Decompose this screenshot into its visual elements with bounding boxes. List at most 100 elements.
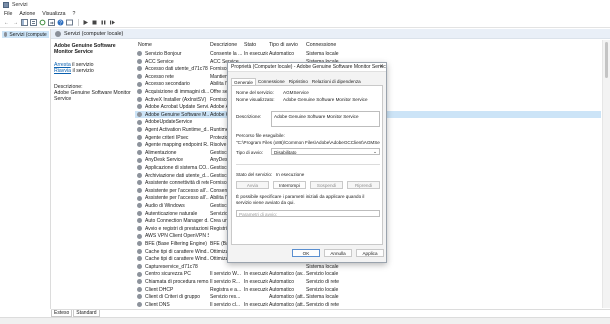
start-params-placeholder: Parametri di avvio: — [239, 212, 278, 217]
cell-name: Adobe Acrobat Update Servi... — [145, 104, 209, 111]
tab-esteso[interactable]: Esteso — [51, 310, 73, 317]
start-params-input[interactable]: Parametri di avvio: — [236, 210, 380, 217]
cell-state: In esecuzione — [244, 279, 268, 285]
menu-visualizza[interactable]: Visualizza — [42, 11, 65, 17]
cancel-button[interactable]: Annulla — [324, 249, 352, 257]
gear-icon — [55, 30, 61, 37]
properties-icon[interactable] — [30, 19, 37, 26]
apply-button[interactable]: Applica — [356, 249, 384, 257]
tab-connessione[interactable]: Connessione — [256, 78, 287, 85]
cell-desc: Servizio res... — [210, 294, 241, 301]
description-text: Adobe Genuine Software Monitor Service — [54, 90, 131, 103]
restart-service-suffix: il servizio — [71, 68, 94, 75]
console-icon[interactable] — [66, 19, 73, 26]
cell-name: Autenticazione naturale — [145, 210, 198, 217]
show-hide-tree-icon[interactable] — [21, 19, 28, 26]
gear-icon — [137, 112, 142, 118]
help-icon[interactable]: ? — [57, 19, 64, 26]
pause-button[interactable]: Sospendi — [310, 181, 343, 189]
export-list-icon[interactable] — [48, 19, 55, 26]
column-header-status[interactable]: Stato — [244, 42, 256, 48]
table-row[interactable]: Servizio Bonjour Consente la ... In esecuz… — [135, 50, 601, 58]
cell-desc: Il servizio cl... — [210, 301, 241, 308]
cell-desc: Registra e a... — [210, 286, 242, 293]
stop-service-icon[interactable] — [91, 19, 98, 26]
table-row[interactable]: Captureservice_d71c78 Sistema locale — [135, 263, 601, 271]
restart-service-link[interactable]: Riavvia — [54, 68, 71, 74]
cell-name: Accesso secondario — [145, 81, 190, 88]
gear-icon — [137, 104, 142, 110]
forward-arrow-icon[interactable]: → — [12, 19, 19, 26]
cell-name: AnyDesk Service — [145, 157, 184, 164]
toolbar: ← → ? — [0, 18, 610, 28]
gear-icon — [137, 150, 142, 156]
tree-item-label: Servizi (computer locale) — [9, 31, 47, 38]
stop-button[interactable]: Interrompi — [273, 181, 306, 189]
back-arrow-icon[interactable]: ← — [3, 19, 10, 26]
scrollbar-thumb[interactable] — [605, 42, 608, 78]
gear-icon — [137, 203, 142, 209]
cell-state: In esecuzione — [244, 286, 268, 293]
tree-item-services-local[interactable]: Servizi (computer locale) — [2, 31, 49, 38]
display-name-label: Nome visualizzato: — [236, 97, 275, 102]
description-box[interactable]: Adobe Genuine Software Monitor Service — [271, 111, 380, 127]
tab-standard[interactable]: Standard — [73, 310, 100, 317]
menu-azione[interactable]: Azione — [19, 11, 35, 17]
menu-file[interactable]: File — [4, 11, 12, 17]
stop-service-link[interactable]: Arresta — [54, 62, 71, 68]
selected-service-name: Adobe Genuine Software Monitor Service — [54, 43, 116, 56]
gear-icon — [137, 96, 142, 102]
tab-dipendenze[interactable]: Relazioni di dipendenza — [310, 78, 363, 85]
cell-name: Centro sicurezza PC — [145, 271, 191, 278]
gear-icon — [137, 74, 142, 80]
table-row[interactable]: Client di Criteri di gruppo Servizio res.… — [135, 293, 601, 301]
cell-name: Acquisizione di immagini di... — [145, 89, 209, 95]
column-header-description[interactable]: Descrizione — [210, 42, 237, 48]
cell-name: Archiviazione dati utente_d... — [145, 172, 209, 179]
cell-name: Alimentazione — [145, 149, 177, 156]
start-service-icon[interactable] — [82, 19, 89, 26]
menu-help[interactable]: ? — [73, 11, 76, 17]
tab-ripristino[interactable]: Ripristino — [287, 78, 310, 85]
service-description-pane: Adobe Genuine Software Monitor Service A… — [51, 40, 134, 308]
dialog-general-panel: Nome del servizio: AGMService Nome visua… — [231, 85, 383, 245]
cell-name: Client DHCP — [145, 286, 174, 293]
properties-dialog: Proprietà (Computer locale) - Adobe Genu… — [227, 62, 387, 263]
list-scrollbar[interactable] — [602, 40, 610, 308]
ok-button[interactable]: OK — [292, 249, 320, 257]
cell-logon: Servizio di rete — [306, 301, 340, 308]
pause-service-icon[interactable] — [100, 19, 107, 26]
cell-startup: Automatico (att... — [269, 301, 305, 308]
table-row[interactable]: Client DNS Il servizio cl...In esecuzione… — [135, 301, 601, 308]
gear-icon — [137, 210, 142, 216]
cell-name: Assistente per l'accesso all'... — [145, 195, 209, 202]
startup-type-select[interactable]: Disabilitato ⌄ — [271, 148, 380, 155]
cell-logon: Sistema locale — [306, 51, 339, 57]
restart-service-icon[interactable] — [109, 19, 116, 26]
tab-generale[interactable]: Generale — [231, 78, 256, 85]
table-row[interactable]: Chiamata di procedura remo... Il servizio… — [135, 278, 601, 286]
resume-button[interactable]: Riprendi — [347, 181, 380, 189]
gear-icon — [137, 134, 142, 140]
gear-icon — [137, 218, 142, 224]
services-header: Servizi (computer locale) — [51, 29, 610, 39]
dialog-tabs: Generale Connessione Ripristino Relazion… — [231, 78, 383, 85]
column-header-name[interactable]: Nome — [138, 42, 152, 48]
column-header-logon[interactable]: Connessione — [306, 42, 336, 48]
description-label: Descrizione: — [236, 114, 262, 119]
refresh-icon[interactable] — [39, 19, 46, 26]
description-value: Adobe Genuine Software Monitor Service — [274, 114, 359, 119]
list-header: Nome Descrizione Stato Tipo di avvio Con… — [135, 40, 601, 49]
cell-desc: Il servizio W... — [210, 271, 241, 278]
close-icon[interactable]: × — [379, 64, 383, 70]
cell-logon: Servizio locale — [306, 286, 339, 293]
cell-logon: Servizio di rete — [306, 279, 340, 285]
column-header-startup-type[interactable]: Tipo di avvio — [269, 42, 298, 48]
gear-icon — [137, 180, 142, 186]
start-button[interactable]: Avvia — [236, 181, 269, 189]
gear-icon — [137, 172, 142, 178]
table-row[interactable]: Centro sicurezza PC Il servizio W... In es… — [135, 270, 601, 278]
gear-icon — [137, 271, 142, 277]
table-row[interactable]: Client DHCP Registra e a...In esecuzioneA… — [135, 286, 601, 294]
gear-icon — [137, 248, 142, 254]
